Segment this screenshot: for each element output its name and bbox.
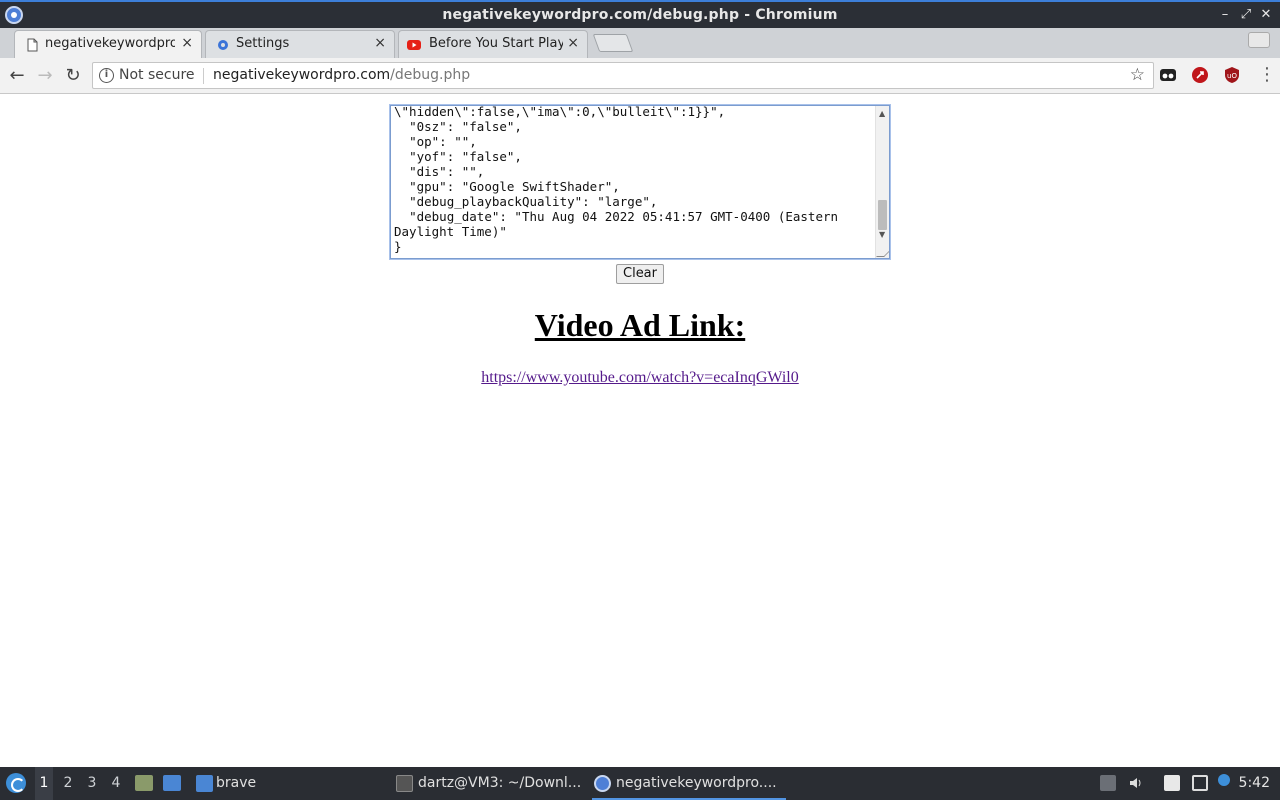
tab-label: negativekeywordpro: [45, 36, 175, 51]
task-terminal[interactable]: dartz@VM3: ~/Downl...: [394, 767, 581, 800]
start-menu-icon[interactable]: [6, 773, 26, 793]
browser-toolbar: ← → ↻ i Not secure negativekeywordpro.co…: [0, 58, 1280, 94]
url-host: negativekeywordpro.com: [213, 67, 391, 83]
window-titlebar: negativekeywordpro.com/debug.php - Chrom…: [0, 0, 1280, 28]
taskbar: 1 2 3 4 brave dartz@VM3: ~/Downl... nega…: [0, 767, 1280, 800]
tab-youtube[interactable]: Before You Start Play ×: [398, 30, 588, 58]
scroll-up-icon[interactable]: ▲: [879, 109, 885, 118]
page-heading: Video Ad Link:: [534, 307, 746, 343]
tab-settings[interactable]: Settings ×: [205, 30, 395, 58]
minimize-button[interactable]: –: [1215, 5, 1235, 25]
svg-text:uO: uO: [1227, 72, 1237, 80]
workspace-3[interactable]: 3: [83, 767, 101, 800]
clock[interactable]: 5:42: [1239, 767, 1270, 800]
tab-debug[interactable]: negativekeywordpro ×: [14, 30, 202, 58]
workspace-1[interactable]: 1: [35, 767, 53, 800]
task-label: dartz@VM3: ~/Downl...: [418, 775, 582, 791]
ublock-icon[interactable]: uO: [1223, 66, 1241, 84]
desktop-launcher-icon[interactable]: [163, 775, 181, 791]
gear-icon: [218, 40, 228, 50]
page-content: \"hidden\":false,\"ima\":0,\"bulleit\":1…: [0, 95, 1280, 767]
scroll-down-icon[interactable]: ▼: [879, 230, 885, 239]
bookmark-star-icon[interactable]: ☆: [1130, 65, 1145, 85]
close-window-button[interactable]: ✕: [1256, 5, 1276, 25]
tab-label: Settings: [236, 36, 290, 51]
tab-label: Before You Start Play: [429, 36, 563, 51]
tray-updates-icon[interactable]: [1100, 775, 1116, 791]
tab-strip: negativekeywordpro × Settings × Before Y…: [0, 28, 1280, 58]
terminal-icon: [396, 775, 413, 792]
video-ad-link[interactable]: https://www.youtube.com/watch?v=ecaInqGW…: [481, 369, 798, 386]
file-manager-launcher-icon[interactable]: [135, 775, 153, 791]
security-label[interactable]: Not secure: [119, 67, 195, 83]
red-extension-icon[interactable]: [1191, 66, 1209, 84]
debug-textarea[interactable]: \"hidden\":false,\"ima\":0,\"bulleit\":1…: [390, 105, 890, 259]
brave-label: brave: [216, 775, 257, 791]
divider: [203, 68, 204, 84]
clear-button[interactable]: Clear: [616, 264, 664, 284]
youtube-icon: [407, 40, 421, 50]
info-icon[interactable]: i: [99, 68, 114, 83]
forward-icon[interactable]: →: [33, 64, 57, 88]
chromium-icon: [594, 775, 611, 792]
maximize-button[interactable]: ⤢: [1236, 5, 1256, 25]
address-bar[interactable]: i Not secure negativekeywordpro.com/debu…: [92, 62, 1154, 89]
url-text[interactable]: negativekeywordpro.com/debug.php: [213, 67, 470, 83]
workspace-2[interactable]: 2: [59, 767, 77, 800]
window-title: negativekeywordpro.com/debug.php - Chrom…: [442, 7, 838, 23]
notification-icon[interactable]: [1218, 774, 1230, 786]
textarea-scrollbar[interactable]: ▲ ▼: [875, 106, 889, 258]
video-link-row: https://www.youtube.com/watch?v=ecaInqGW…: [0, 369, 1280, 387]
workspace-4[interactable]: 4: [107, 767, 125, 800]
reload-icon[interactable]: ↻: [61, 64, 85, 88]
incognito-extension-icon[interactable]: [1159, 66, 1177, 84]
volume-icon[interactable]: [1128, 775, 1144, 791]
url-path: /debug.php: [390, 67, 471, 83]
scroll-thumb[interactable]: [878, 200, 887, 230]
tab-close-icon[interactable]: ×: [181, 35, 193, 51]
task-label: negativekeywordpro....: [616, 775, 777, 791]
clipboard-icon[interactable]: [1164, 775, 1180, 791]
tab-close-icon[interactable]: ×: [374, 35, 386, 51]
brave-launcher[interactable]: brave: [194, 767, 256, 800]
profile-icon[interactable]: [1248, 32, 1270, 48]
debug-json-text[interactable]: \"hidden\":false,\"ima\":0,\"bulleit\":1…: [394, 106, 874, 254]
task-chromium[interactable]: negativekeywordpro....: [592, 767, 786, 800]
chrome-menu-icon[interactable]: ⋮: [1258, 64, 1276, 85]
tab-close-icon[interactable]: ×: [567, 35, 579, 51]
page-icon: [27, 38, 38, 52]
folder-icon: [196, 775, 213, 792]
new-tab-button[interactable]: [592, 34, 634, 52]
back-icon[interactable]: ←: [5, 64, 29, 88]
network-icon[interactable]: [1192, 775, 1208, 791]
